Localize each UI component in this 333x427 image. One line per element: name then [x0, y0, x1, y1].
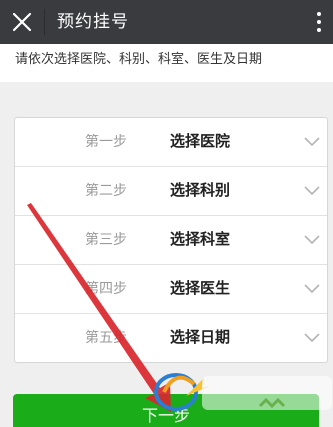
step-row-department[interactable]: 第二步 选择科别	[15, 167, 327, 216]
step-row-doctor[interactable]: 第四步 选择医生	[15, 265, 327, 314]
instruction-text: 请依次选择医院、科别、科室、医生及日期	[15, 52, 263, 67]
chevron-down-icon	[304, 235, 320, 245]
app-screen: 预约挂号 请依次选择医院、科别、科室、医生及日期 第一步 选择医院 第二步 选择…	[0, 0, 333, 427]
close-button[interactable]	[0, 0, 44, 44]
instruction-panel: 请依次选择医院、科别、科室、医生及日期	[0, 44, 333, 82]
step-number: 第三步	[85, 232, 127, 248]
top-bar: 预约挂号	[0, 0, 333, 44]
chevron-down-icon	[304, 284, 320, 294]
more-vertical-icon	[317, 12, 321, 16]
step-label: 选择日期	[170, 328, 231, 346]
step-number: 第二步	[85, 183, 127, 199]
step-row-section[interactable]: 第三步 选择科室	[15, 216, 327, 265]
chevron-down-icon	[304, 186, 320, 196]
more-vertical-icon-dot	[317, 28, 321, 32]
step-label: 选择医院	[170, 132, 231, 150]
step-label: 选择科室	[170, 230, 231, 248]
step-number: 第一步	[85, 134, 127, 150]
step-label: 选择科别	[170, 181, 231, 199]
chevron-down-icon	[304, 137, 320, 147]
step-row-hospital[interactable]: 第一步 选择医院	[15, 118, 327, 167]
page-title: 预约挂号	[57, 12, 129, 32]
step-label: 选择医生	[170, 279, 231, 297]
site-watermark-logo	[154, 373, 332, 411]
step-number: 第四步	[85, 281, 127, 297]
close-icon	[12, 12, 32, 32]
more-vertical-icon-dot	[317, 20, 321, 24]
step-number: 第五步	[85, 330, 127, 346]
step-row-date[interactable]: 第五步 选择日期	[15, 314, 327, 363]
more-button[interactable]	[305, 0, 333, 44]
header-divider	[44, 9, 45, 35]
chevron-down-icon	[304, 333, 320, 343]
steps-card: 第一步 选择医院 第二步 选择科别 第三步 选择科室 第四步 选择医生 第五步 …	[14, 117, 328, 363]
